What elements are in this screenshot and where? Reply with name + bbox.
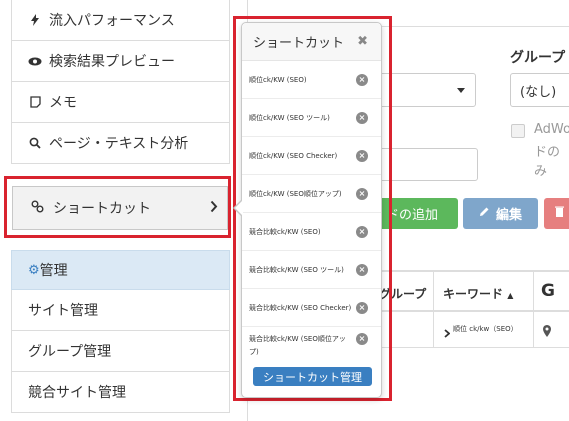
group-select[interactable]: (なし) <box>510 73 569 107</box>
google-icon: G <box>541 281 555 301</box>
popover-arrow-inner <box>235 200 243 216</box>
col-divider <box>433 312 434 348</box>
sidebar-item-search-preview[interactable]: 検索結果プレビュー <box>11 41 230 82</box>
shortcut-item[interactable]: 順位ck/KW (SEO ツール) × <box>242 99 381 137</box>
gear-icon: ⚙ <box>28 262 40 278</box>
sidebar-item-label: 流入パフォーマンス <box>49 13 175 29</box>
link-icon <box>31 200 44 217</box>
col-keyword[interactable]: キーワード ▲ <box>443 285 513 302</box>
row-keyword[interactable]: 順位 ck/kw（SEO） <box>453 324 518 334</box>
remove-shortcut-icon[interactable]: × <box>356 111 368 124</box>
popover-title: ショートカット <box>253 36 345 51</box>
sidebar-item-site-management[interactable]: サイト管理 <box>11 290 230 331</box>
sidebar-item-label: メモ <box>49 95 77 111</box>
edit-button[interactable]: 編集 <box>463 198 538 229</box>
shortcut-item[interactable]: 順位ck/KW (SEO Checker) × <box>242 137 381 175</box>
sidebar-item-label: ページ・テキスト分析 <box>49 136 189 152</box>
remove-shortcut-icon[interactable]: × <box>356 263 368 276</box>
shortcut-item[interactable]: 順位ck/KW (SEO) × <box>242 61 381 99</box>
shortcut-item[interactable]: 競合比較ck/KW (SEO順位アップ) × <box>242 327 381 363</box>
sidebar-item-memo[interactable]: メモ <box>11 82 230 123</box>
sidebar-item-competitor-management[interactable]: 競合サイト管理 <box>11 372 230 413</box>
bolt-icon <box>28 14 42 26</box>
shortcut-popover: ショートカット ✖ 順位ck/KW (SEO) × 順位ck/KW (SEO ツ… <box>241 22 382 398</box>
text-input[interactable] <box>378 148 478 181</box>
col-divider <box>533 272 534 312</box>
sidebar-item-label: ショートカット <box>53 201 151 217</box>
popover-header: ショートカット ✖ <box>242 23 381 61</box>
pencil-icon <box>479 206 490 221</box>
sidebar-admin-header[interactable]: ⚙ 管理 <box>11 250 230 290</box>
note-icon <box>28 96 42 108</box>
table-header: グループ キーワード ▲ G <box>378 270 569 312</box>
shortcut-item[interactable]: 順位ck/KW (SEO順位アップ) × <box>242 175 381 213</box>
sidebar-item-inflow-performance[interactable]: 流入パフォーマンス <box>11 0 230 41</box>
table-row: 順位 ck/kw（SEO） <box>378 312 569 348</box>
sidebar-item-label: 検索結果プレビュー <box>49 54 175 70</box>
shortcut-manage-button[interactable]: ショートカット管理 <box>253 367 372 386</box>
eye-icon <box>28 57 42 66</box>
sidebar: 流入パフォーマンス 検索結果プレビュー メモ ページ・テキスト分析 ショートカッ… <box>0 0 240 421</box>
adwords-checkbox-label: AdWo <box>534 122 569 137</box>
shortcut-item[interactable]: 競合比較ck/KW (SEO) × <box>242 213 381 251</box>
sidebar-item-page-text-analysis[interactable]: ページ・テキスト分析 <box>11 123 230 164</box>
col-divider <box>433 272 434 312</box>
left-select[interactable] <box>378 73 476 107</box>
sidebar-item-label: 管理 <box>39 263 68 279</box>
panel-top-border <box>378 26 569 27</box>
trash-icon <box>554 206 564 221</box>
adwords-checkbox-label-2: ドのみ <box>534 145 561 179</box>
chevron-right-icon <box>210 200 218 217</box>
row-chevron-icon <box>444 323 451 342</box>
remove-shortcut-icon[interactable]: × <box>356 149 368 162</box>
shortcut-item[interactable]: 競合比較ck/KW (SEO Checker) × <box>242 289 381 327</box>
remove-shortcut-icon[interactable]: × <box>356 225 368 238</box>
remove-shortcut-icon[interactable]: × <box>356 73 368 86</box>
remove-shortcut-icon[interactable]: × <box>356 301 368 314</box>
remove-shortcut-icon[interactable]: × <box>356 333 368 345</box>
delete-button[interactable] <box>544 198 569 229</box>
col-divider <box>533 312 534 348</box>
adwords-checkbox[interactable] <box>511 124 525 138</box>
caret-down-icon <box>457 88 465 93</box>
map-pin-icon <box>543 322 551 341</box>
sidebar-item-group-management[interactable]: グループ管理 <box>11 331 230 372</box>
close-icon[interactable]: ✖ <box>357 34 368 49</box>
remove-shortcut-icon[interactable]: × <box>356 187 368 200</box>
sort-asc-icon: ▲ <box>507 291 514 300</box>
group-label: グループ <box>510 50 566 66</box>
zoom-icon <box>28 137 42 149</box>
shortcut-item[interactable]: 競合比較ck/KW (SEO ツール) × <box>242 251 381 289</box>
sidebar-item-shortcut[interactable]: ショートカット <box>12 186 228 230</box>
